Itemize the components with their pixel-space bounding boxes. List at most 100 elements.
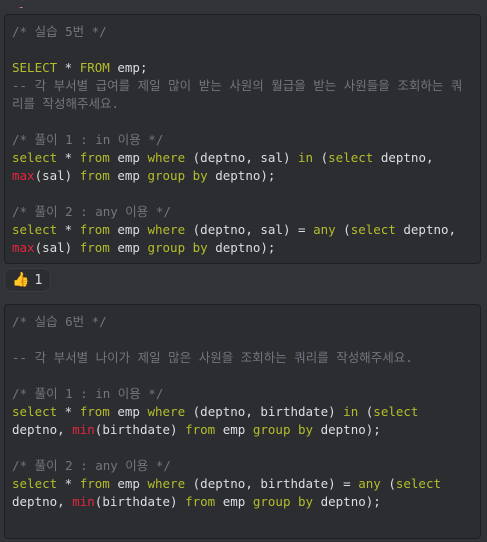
sql-text: deptno);: [207, 168, 276, 183]
sql-text: *: [57, 150, 80, 165]
sql-text: deptno,: [395, 222, 464, 237]
sql-keyword: select: [395, 476, 442, 491]
sql-text: (sal): [34, 240, 80, 255]
sql-keyword: where: [147, 476, 186, 491]
chat-view: 님에게 백만원이 됐다. /* 실습 5번 */ SELECT * FROM em…: [0, 0, 487, 542]
sql-keyword: where: [147, 404, 186, 419]
sql-text: emp: [215, 422, 253, 437]
code-line: select * from emp where (deptno, sal) in…: [12, 149, 473, 185]
sql-text: emp: [109, 476, 148, 491]
sql-keyword: group by: [147, 240, 208, 255]
sql-text: deptno);: [207, 240, 276, 255]
sql-text: emp;: [109, 60, 148, 75]
sql-text: emp: [109, 404, 148, 419]
sql-text: deptno);: [313, 494, 381, 509]
code-line: /* 풀이 1 : in 이용 */: [12, 131, 473, 149]
previous-message-text: 님에게 백만원이 됐다.: [0, 0, 487, 8]
sql-keyword: from: [79, 168, 110, 183]
sql-text: (deptno, birthdate): [185, 404, 344, 419]
sql-keyword: from: [79, 150, 110, 165]
sql-text: (birthdate): [94, 494, 186, 509]
sql-function: min: [72, 494, 95, 509]
sql-keyword: from: [79, 404, 110, 419]
sql-keyword: select: [328, 150, 374, 165]
code-line: /* 실습 5번 */: [12, 23, 473, 41]
sql-text: *: [57, 476, 80, 491]
sql-text: emp: [215, 494, 253, 509]
sql-keyword: where: [147, 222, 186, 237]
sql-text: (: [335, 222, 351, 237]
sql-keyword: select: [12, 150, 58, 165]
code-line: /* 풀이 2 : any 이용 */: [12, 457, 473, 475]
sql-comment: /* 실습 6번 */: [12, 314, 107, 329]
sql-text: emp: [109, 150, 148, 165]
code-line: -- 각 부서별 나이가 제일 많은 사원을 조회하는 쿼리를 작성해주세요.: [12, 349, 473, 367]
sql-comment: /* 풀이 2 : any 이용 */: [12, 204, 171, 219]
code-line: select * from emp where (deptno, birthda…: [12, 475, 473, 511]
sql-comment: /* 실습 5번 */: [12, 24, 107, 39]
sql-text: (birthdate): [94, 422, 186, 437]
thumbs-up-icon: 👍: [12, 272, 30, 288]
sql-text: (: [313, 150, 329, 165]
sql-text: *: [57, 60, 80, 75]
sql-text: emp: [109, 222, 148, 237]
sql-keyword: select: [350, 222, 396, 237]
sql-keyword: from: [79, 240, 110, 255]
sql-keyword: group by: [252, 494, 314, 509]
code-line: /* 풀이 2 : any 이용 */: [12, 203, 473, 221]
reaction-button[interactable]: 👍 1: [4, 268, 51, 292]
sql-keyword: FROM: [79, 60, 110, 75]
code-line: -- 각 부서별 급여를 제일 많이 받는 사원의 월급을 받는 사원들을 조회…: [12, 77, 473, 113]
sql-keyword: SELECT: [12, 60, 58, 75]
sql-keyword: in: [298, 150, 314, 165]
sql-keyword: from: [185, 422, 216, 437]
reaction-count: 1: [34, 272, 43, 288]
sql-text: emp: [109, 240, 148, 255]
sql-keyword: from: [79, 476, 110, 491]
sql-text: *: [57, 404, 80, 419]
sql-text: (sal): [34, 168, 80, 183]
sql-text: (deptno, sal): [185, 150, 299, 165]
sql-function: max: [12, 240, 35, 255]
code-line: select * from emp where (deptno, sal) = …: [12, 221, 473, 257]
code-line: /* 풀이 1 : in 이용 */: [12, 385, 473, 403]
sql-keyword: select: [12, 404, 58, 419]
code-block-exercise-6[interactable]: /* 실습 6번 */ -- 각 부서별 나이가 제일 많은 사원을 조회하는 쿼…: [4, 304, 481, 539]
sql-keyword: any: [358, 476, 381, 491]
sql-text: deptno);: [313, 422, 381, 437]
sql-text: (: [358, 404, 374, 419]
sql-comment: /* 풀이 2 : any 이용 */: [12, 458, 171, 473]
sql-text: *: [57, 222, 80, 237]
sql-keyword: select: [373, 404, 419, 419]
sql-function: max: [12, 168, 35, 183]
sql-function: min: [72, 422, 95, 437]
sql-text: emp: [109, 168, 148, 183]
code-line: SELECT * FROM emp;: [12, 59, 473, 77]
sql-comment: /* 풀이 1 : in 이용 */: [12, 386, 164, 401]
sql-comment: -- 각 부서별 나이가 제일 많은 사원을 조회하는 쿼리를 작성해주세요.: [12, 350, 413, 365]
code-line: /* 실습 6번 */: [12, 313, 473, 331]
sql-keyword: from: [79, 222, 110, 237]
sql-text: (deptno, sal) =: [185, 222, 314, 237]
sql-comment: /* 풀이 1 : in 이용 */: [12, 132, 164, 147]
sql-text: (: [380, 476, 396, 491]
sql-keyword: select: [12, 222, 58, 237]
sql-keyword: group by: [147, 168, 208, 183]
code-block-exercise-5[interactable]: /* 실습 5번 */SELECT * FROM emp; -- 각 부서별 급여…: [4, 14, 481, 264]
sql-keyword: in: [343, 404, 359, 419]
sql-keyword: group by: [252, 422, 314, 437]
sql-text: (deptno, birthdate) =: [185, 476, 359, 491]
previous-message-rest: 백만원이 됐다.: [12, 0, 28, 8]
sql-text: deptno,: [373, 150, 442, 165]
sql-comment: -- 각 부서별 급여를 제일 많이 받는 사원의 월급을 받는 사원들을 조회…: [12, 78, 463, 111]
sql-keyword: any: [313, 222, 336, 237]
sql-keyword: where: [147, 150, 186, 165]
code-line: select * from emp where (deptno, birthda…: [12, 403, 473, 439]
sql-keyword: from: [185, 494, 216, 509]
